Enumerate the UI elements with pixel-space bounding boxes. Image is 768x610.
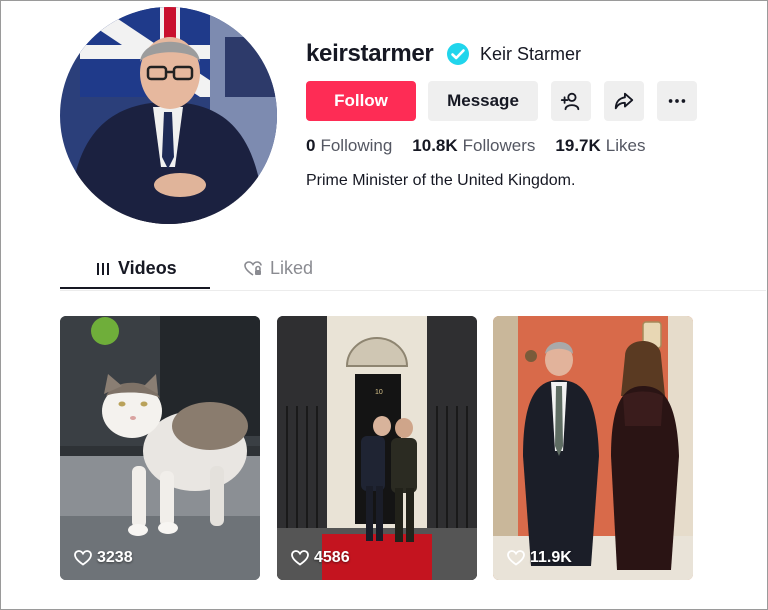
profile-username: keirstarmer	[306, 40, 434, 67]
likes-count: 19.7K	[555, 136, 601, 155]
add-user-icon	[560, 92, 580, 111]
profile-stats: 0 Following 10.8K Followers 19.7K Likes	[306, 136, 665, 156]
video-thumbnail-downing-street: 10	[277, 316, 477, 580]
video-views: 11.9K	[507, 549, 572, 567]
verified-badge-icon	[446, 42, 470, 71]
video-card[interactable]: 11.9K	[493, 316, 693, 580]
tab-videos[interactable]: Videos	[96, 258, 177, 279]
video-views-count: 3238	[97, 549, 133, 566]
follow-button[interactable]: Follow	[306, 81, 416, 121]
profile-bio: Prime Minister of the United Kingdom.	[306, 172, 576, 189]
heart-outline-icon	[74, 550, 92, 566]
heart-outline-icon	[507, 550, 525, 566]
active-tab-indicator	[60, 287, 210, 289]
heart-lock-icon	[244, 260, 262, 276]
share-icon	[614, 92, 634, 110]
grid-icon	[97, 262, 109, 275]
more-options-button[interactable]	[657, 81, 697, 121]
heart-outline-icon	[291, 550, 309, 566]
more-icon	[668, 99, 686, 103]
following-count: 0	[306, 136, 316, 155]
tab-liked[interactable]: Liked	[244, 258, 313, 279]
video-thumbnail-couple	[493, 316, 693, 580]
message-button[interactable]: Message	[428, 81, 538, 121]
followers-count: 10.8K	[412, 136, 458, 155]
followers-label: Followers	[462, 136, 536, 155]
share-button[interactable]	[604, 81, 644, 121]
svg-text:10: 10	[375, 389, 383, 396]
following-stat[interactable]: 0 Following	[306, 136, 392, 156]
profile-display-name: Keir Starmer	[480, 44, 582, 64]
tab-divider	[60, 290, 766, 291]
likes-stat: 19.7K Likes	[555, 136, 645, 156]
following-label: Following	[320, 136, 393, 155]
profile-avatar[interactable]	[60, 7, 277, 224]
add-friend-button[interactable]	[551, 81, 591, 121]
video-views-count: 4586	[314, 549, 350, 566]
video-card[interactable]: 3238	[60, 316, 260, 580]
followers-stat[interactable]: 10.8K Followers	[412, 136, 535, 156]
video-views-count: 11.9K	[530, 549, 572, 566]
tab-videos-label: Videos	[118, 258, 177, 278]
video-views: 4586	[291, 549, 350, 567]
likes-label: Likes	[605, 136, 646, 155]
video-views: 3238	[74, 549, 133, 567]
video-thumbnail-cat	[60, 316, 260, 580]
tab-liked-label: Liked	[270, 258, 314, 278]
video-card[interactable]: 10 4586	[277, 316, 477, 580]
